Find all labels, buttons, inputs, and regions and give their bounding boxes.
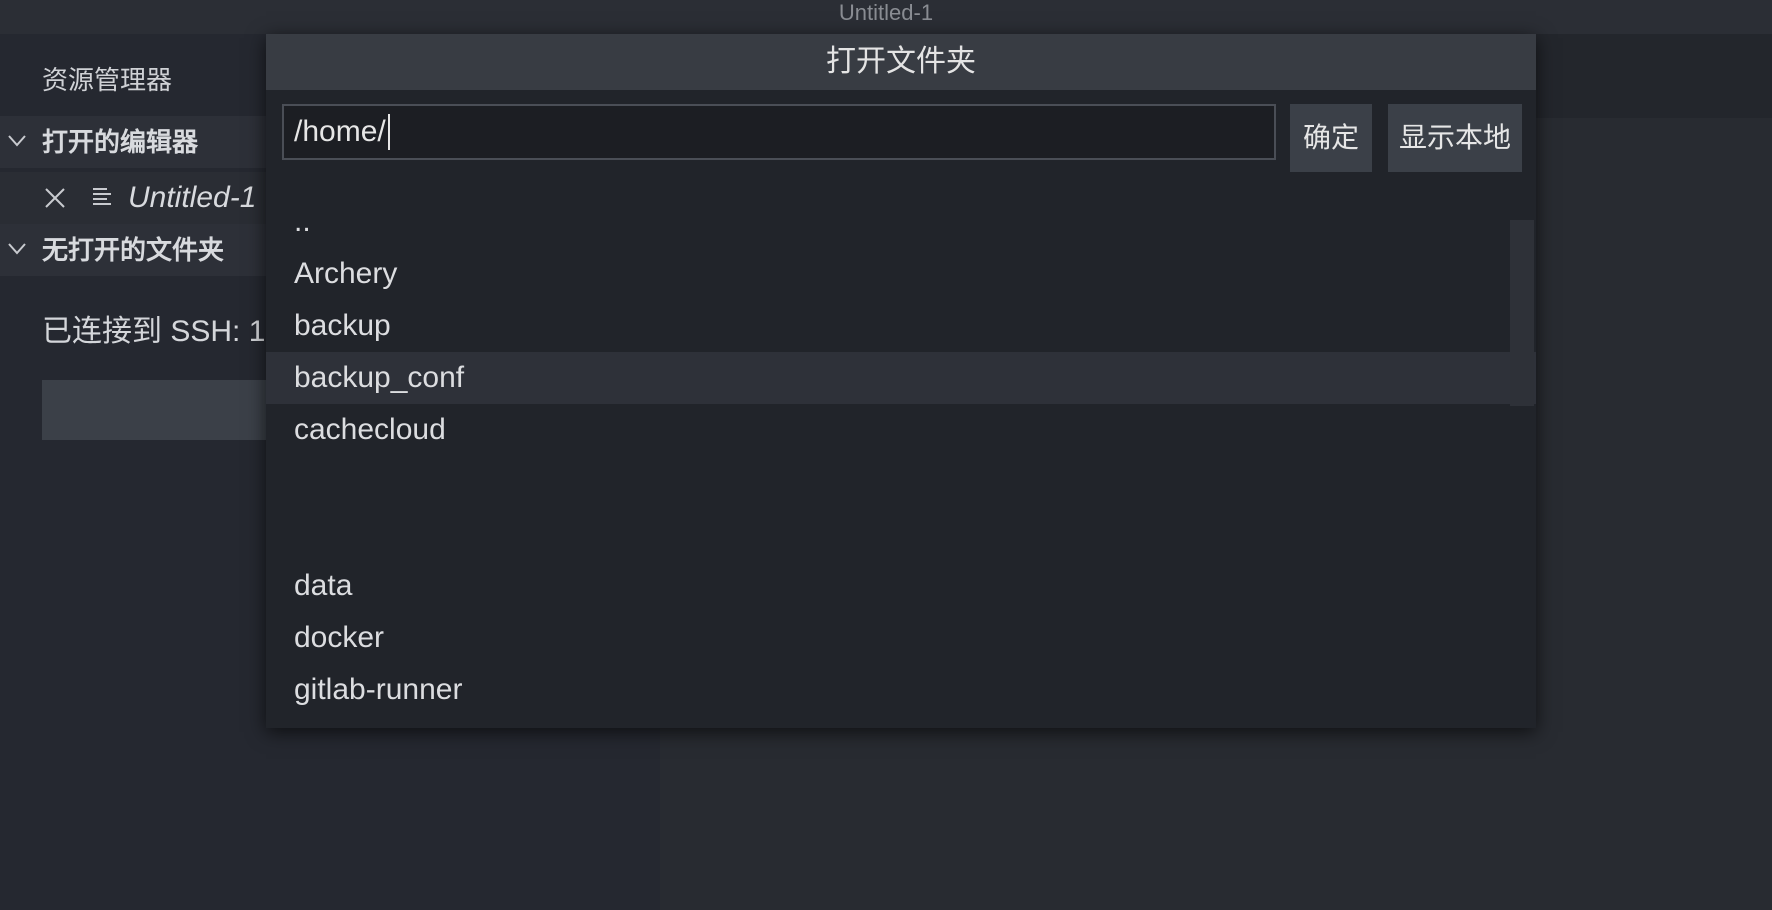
chevron-down-icon (8, 135, 26, 147)
list-item-redacted[interactable] (266, 456, 1536, 508)
list-item[interactable]: backup (266, 300, 1536, 352)
list-item-label: .. (294, 205, 311, 238)
list-item[interactable]: gitlab-runner (266, 664, 1536, 716)
list-item[interactable]: cachecloud (266, 404, 1536, 456)
no-folder-label: 无打开的文件夹 (42, 235, 225, 265)
explorer-header: 资源管理器 (42, 65, 173, 95)
list-item[interactable]: docker (266, 612, 1536, 664)
chevron-down-icon (8, 243, 26, 255)
window-title: Untitled-1 (0, 0, 1772, 34)
list-item[interactable]: .. (266, 196, 1536, 248)
text-caret (388, 114, 390, 150)
open-folder-dialog: 打开文件夹 确定 显示本地 .. Archery backup backup_c… (266, 34, 1536, 728)
list-item-redacted[interactable] (266, 508, 1536, 560)
list-item-label: backup_conf (294, 361, 465, 394)
path-input[interactable] (282, 104, 1276, 160)
folder-list: .. Archery backup backup_conf cachecloud… (266, 196, 1536, 716)
file-lines-icon (93, 188, 111, 205)
list-item-label: data (294, 569, 353, 602)
list-item-label: docker (294, 621, 385, 654)
list-item-label: gitlab-runner (294, 673, 463, 706)
list-scrollbar[interactable] (1510, 220, 1534, 406)
open-editors-label: 打开的编辑器 (42, 127, 199, 157)
ssh-status-text: 已连接到 SSH: 19 (42, 315, 283, 348)
list-item[interactable]: Archery (266, 248, 1536, 300)
show-local-button[interactable]: 显示本地 (1388, 104, 1522, 172)
list-item[interactable]: data (266, 560, 1536, 612)
list-item-label: Archery (294, 257, 398, 290)
close-icon[interactable] (42, 185, 68, 211)
list-item-label: cachecloud (294, 413, 446, 446)
list-item-label: backup (294, 309, 391, 342)
dialog-title: 打开文件夹 (266, 34, 1536, 90)
open-editor-filename: Untitled-1 (128, 181, 257, 214)
confirm-button[interactable]: 确定 (1290, 104, 1372, 172)
list-item-selected[interactable]: backup_conf (266, 352, 1536, 404)
